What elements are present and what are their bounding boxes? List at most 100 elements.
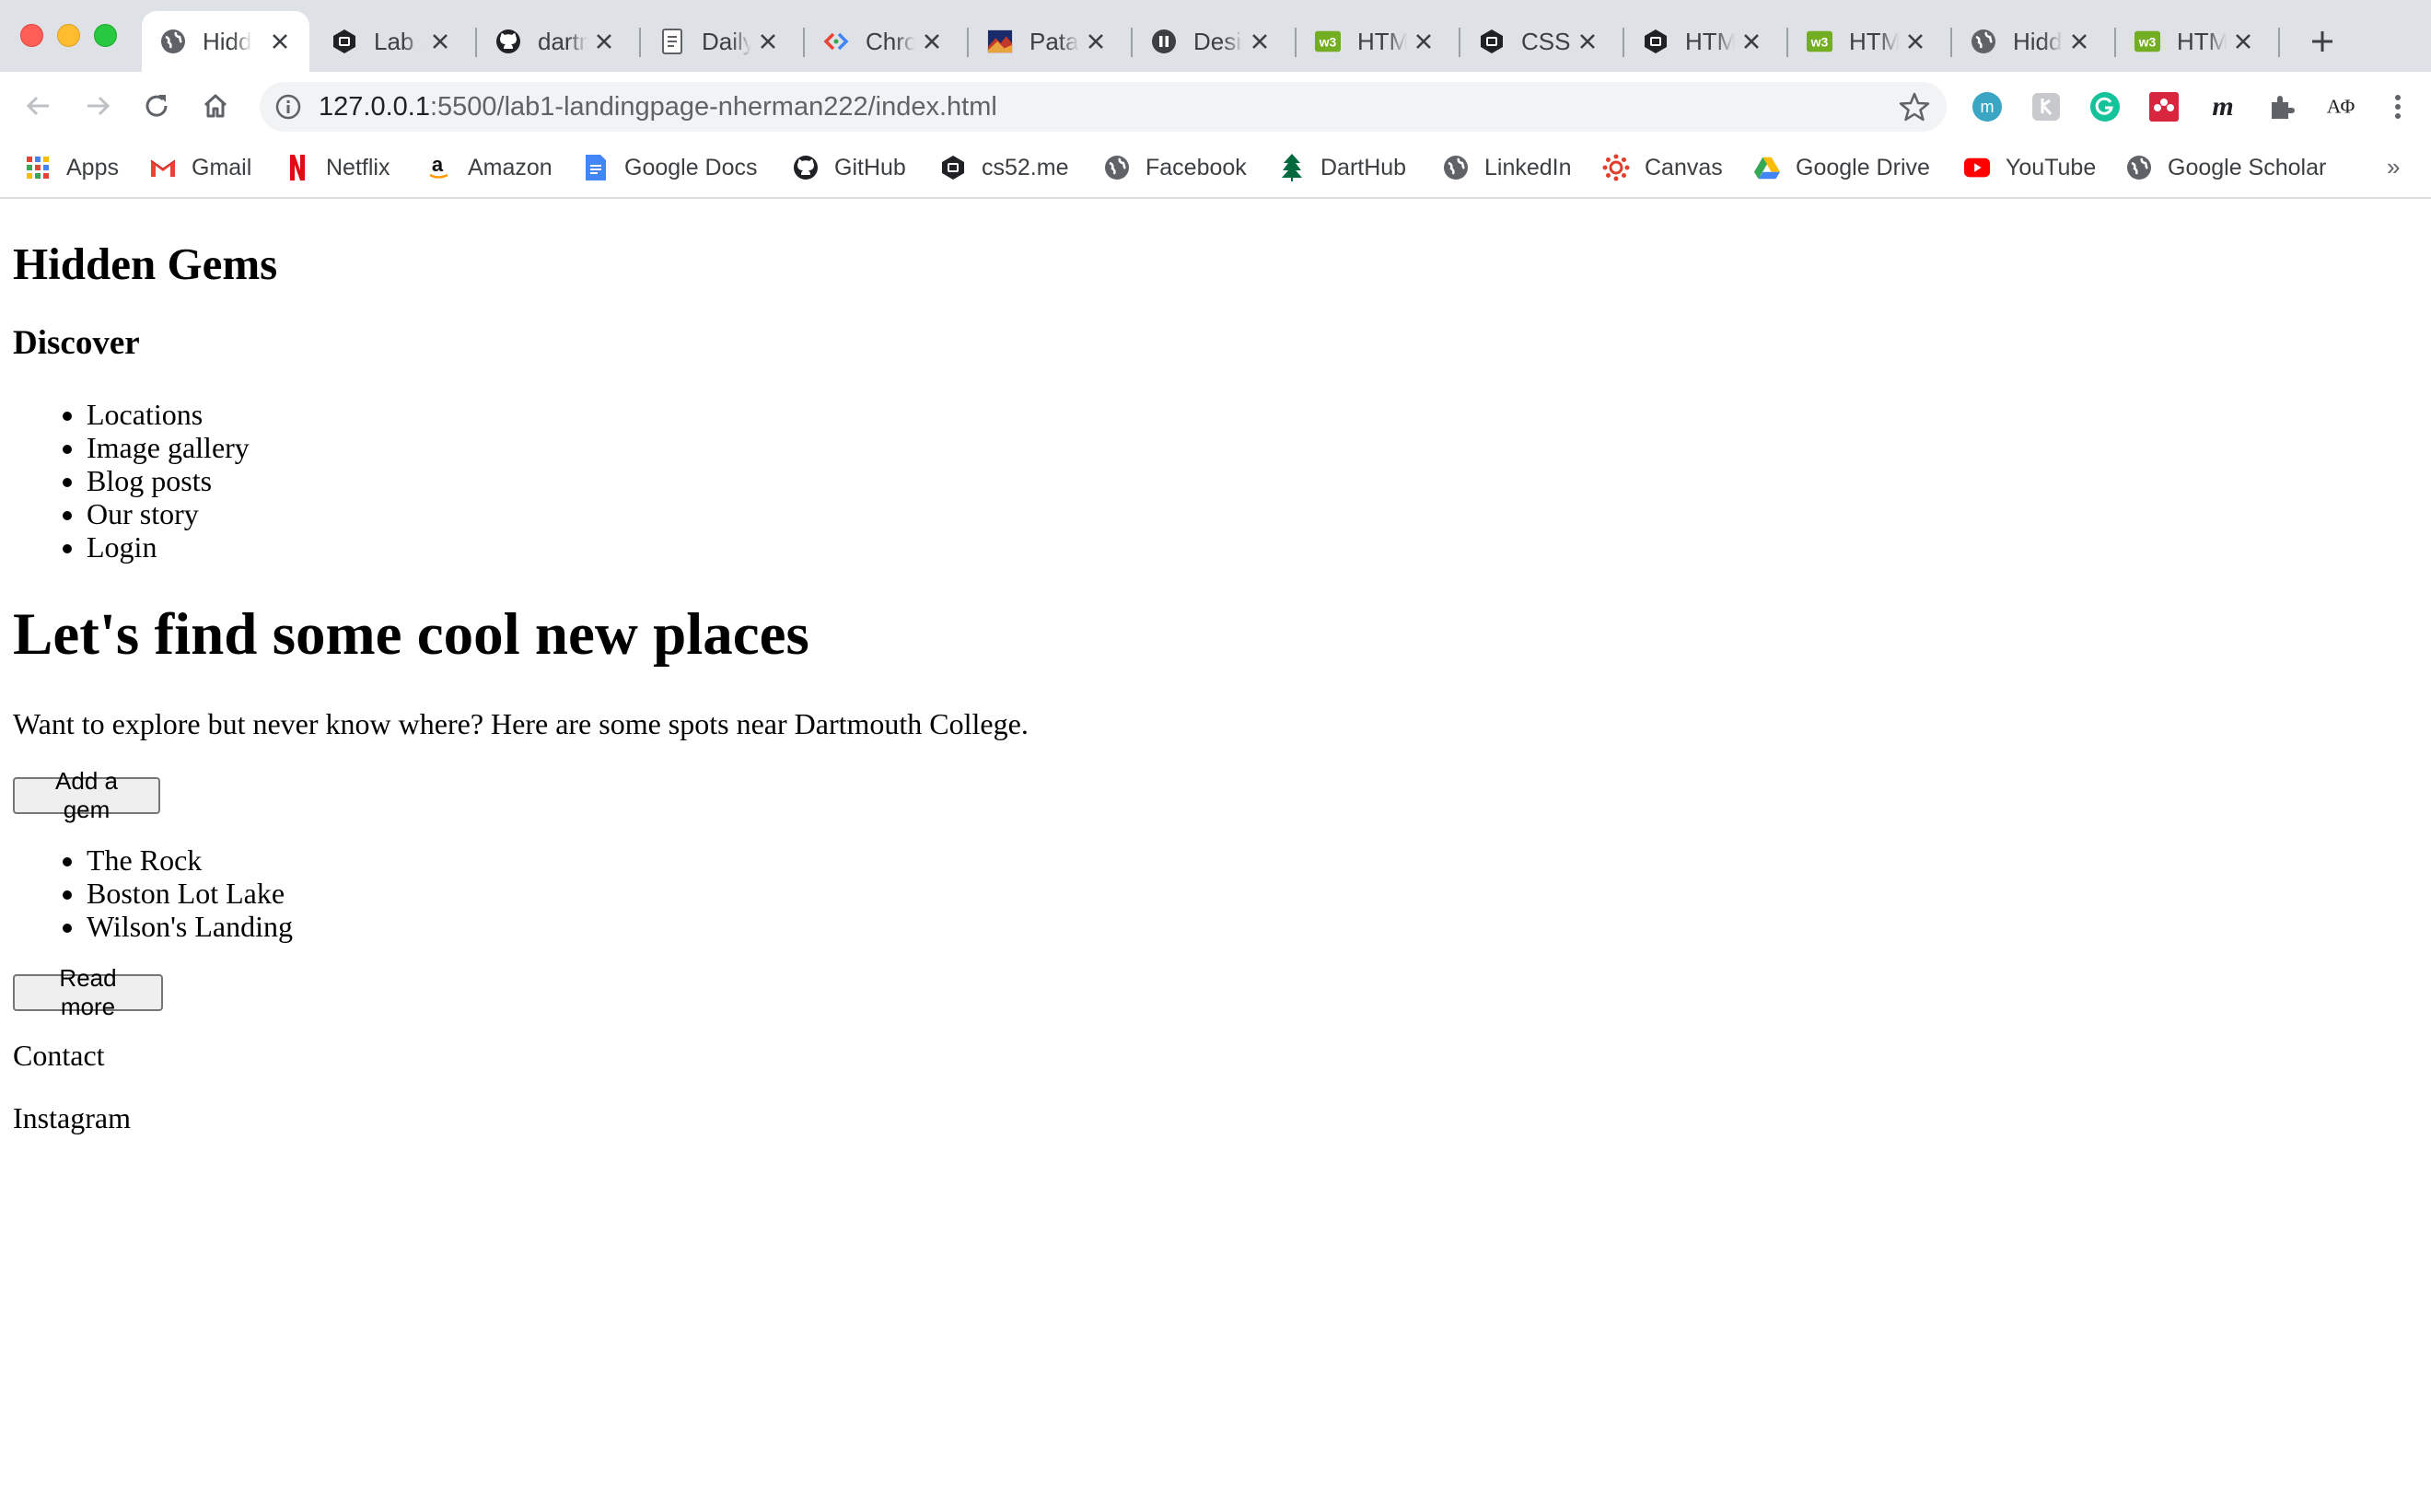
nav-list: Locations Image gallery Blog posts Our s… — [87, 398, 250, 564]
nav-item-our-story[interactable]: Our story — [87, 497, 250, 530]
close-tab-icon[interactable] — [1411, 29, 1436, 54]
close-tab-icon[interactable] — [591, 29, 617, 54]
bookmark-canvas[interactable]: Canvas — [1602, 149, 1723, 186]
tab-hidden-2[interactable]: Hidden — [1952, 11, 2109, 72]
bookmark-label: Amazon — [468, 154, 552, 180]
hexagon-icon — [332, 29, 357, 54]
tab-daily[interactable]: Daily — [641, 11, 797, 72]
tab-label: HTML — [1685, 27, 1735, 55]
bookmarks-overflow-button[interactable]: » — [2387, 153, 2400, 181]
read-more-button[interactable]: Read more — [13, 964, 163, 1020]
globe-icon — [1442, 154, 1470, 181]
close-tab-icon[interactable] — [427, 29, 453, 54]
close-window-button[interactable] — [20, 24, 43, 47]
svg-text:a: a — [432, 154, 444, 176]
close-tab-icon[interactable] — [1739, 29, 1764, 54]
close-tab-icon[interactable] — [2066, 29, 2092, 54]
nav-item-locations[interactable]: Locations — [87, 398, 250, 431]
bookmark-linkedin[interactable]: LinkedIn — [1442, 149, 1572, 186]
bookmark-netflix[interactable]: Netflix — [284, 149, 390, 186]
reload-button[interactable] — [136, 86, 177, 126]
tab-html-4[interactable]: w3 HTML — [2116, 11, 2273, 72]
bookmark-label: Google Docs — [624, 154, 758, 180]
tab-label: Design — [1193, 27, 1243, 55]
apps-grid-icon — [24, 154, 52, 181]
nav-item-image-gallery[interactable]: Image gallery — [87, 431, 250, 464]
tab-design[interactable]: Design — [1133, 11, 1289, 72]
puzzle-icon[interactable] — [2265, 90, 2298, 123]
back-button[interactable] — [18, 86, 59, 126]
reload-icon — [145, 95, 168, 117]
tab-css[interactable]: CSS — [1460, 11, 1617, 72]
tab-hidden-gems[interactable]: Hidden Gems — [142, 11, 309, 72]
new-tab-button[interactable] — [2304, 23, 2341, 60]
close-tab-icon[interactable] — [267, 29, 293, 54]
close-tab-icon[interactable] — [1083, 29, 1109, 54]
more-vert-icon[interactable] — [2381, 90, 2414, 123]
svg-text:w3: w3 — [1810, 35, 1829, 50]
mendeley-icon[interactable] — [2147, 90, 2181, 123]
bookmark-facebook[interactable]: Facebook — [1103, 149, 1247, 186]
alpha-phi-icon[interactable]: ΑΦ — [2324, 90, 2357, 123]
m-italic-icon[interactable]: m — [2206, 90, 2239, 123]
close-tab-icon[interactable] — [755, 29, 781, 54]
discover-heading: Discover — [13, 324, 140, 362]
bookmark-label: cs52.me — [982, 154, 1069, 180]
bookmark-label: Facebook — [1146, 154, 1247, 180]
url-text[interactable]: 127.0.0.1:5500/lab1-landingpage-nherman2… — [319, 91, 997, 122]
bookmark-label: LinkedIn — [1484, 154, 1572, 180]
tab-dartmouth[interactable]: dartmouth — [477, 11, 634, 72]
bookmark-label: YouTube — [2006, 154, 2097, 180]
globe-icon — [2125, 154, 2153, 181]
bookmark-google-docs[interactable]: Google Docs — [582, 149, 758, 186]
info-icon[interactable] — [274, 93, 302, 121]
close-tab-icon[interactable] — [2230, 29, 2256, 54]
add-gem-button[interactable]: Add a gem — [13, 767, 160, 823]
bookmark-label: Gmail — [192, 154, 252, 180]
browser-toolbar: 127.0.0.1:5500/lab1-landingpage-nherman2… — [0, 72, 2431, 140]
tab-chrome[interactable]: Chrome — [805, 11, 961, 72]
list-item: The Rock — [87, 843, 293, 877]
gmail-icon — [149, 154, 177, 181]
nav-item-login[interactable]: Login — [87, 530, 250, 564]
bookmark-amazon[interactable]: a Amazon — [425, 149, 552, 186]
instagram-text: Instagram — [13, 1101, 131, 1134]
zoom-window-button[interactable] — [94, 24, 117, 47]
tab-html-1[interactable]: w3 HTML — [1297, 11, 1453, 72]
bookmark-github[interactable]: GitHub — [792, 149, 906, 186]
address-bar[interactable]: 127.0.0.1:5500/lab1-landingpage-nherman2… — [260, 82, 1947, 132]
grammarly-icon[interactable] — [2088, 90, 2122, 123]
home-button[interactable] — [195, 86, 236, 126]
nav-item-blog-posts[interactable]: Blog posts — [87, 464, 250, 497]
hero-heading: Let's find some cool new places — [13, 601, 809, 668]
tab-separator — [2278, 28, 2280, 57]
bookmark-apps[interactable]: Apps — [24, 149, 119, 186]
bookmark-google-drive[interactable]: Google Drive — [1753, 149, 1930, 186]
close-tab-icon[interactable] — [1247, 29, 1273, 54]
close-tab-icon[interactable] — [1575, 29, 1600, 54]
chevrons-icon — [823, 29, 849, 54]
bookmark-label: GitHub — [834, 154, 906, 180]
forward-button[interactable] — [77, 86, 118, 126]
bookmark-google-scholar[interactable]: Google Scholar — [2125, 149, 2326, 186]
m-circle-icon[interactable]: m — [1971, 90, 2004, 123]
bookmark-star-icon[interactable] — [1899, 91, 1930, 122]
page-content: Hidden Gems Discover Locations Image gal… — [0, 201, 2431, 1512]
svg-text:m: m — [1981, 98, 1995, 116]
url-path: :5500/lab1-landingpage-nherman222/index.… — [429, 92, 997, 122]
tab-label: dartmouth — [538, 27, 587, 55]
bookmark-gmail[interactable]: Gmail — [149, 149, 251, 186]
tab-patagonia[interactable]: Patagonia — [969, 11, 1125, 72]
close-tab-icon[interactable] — [1902, 29, 1928, 54]
tab-lab1[interactable]: Lab 1 — [313, 11, 470, 72]
bookmark-cs52[interactable]: cs52.me — [939, 149, 1068, 186]
bookmark-youtube[interactable]: YouTube — [1963, 149, 2096, 186]
tab-html-3[interactable]: w3 HTML — [1788, 11, 1945, 72]
key-icon[interactable] — [2030, 90, 2063, 123]
minimize-window-button[interactable] — [57, 24, 80, 47]
bookmark-darthub[interactable]: DartHub — [1278, 149, 1406, 186]
tab-label: Lab 1 — [374, 27, 424, 55]
close-tab-icon[interactable] — [919, 29, 945, 54]
list-item: Wilson's Landing — [87, 910, 293, 943]
tab-html-2[interactable]: HTML — [1624, 11, 1781, 72]
